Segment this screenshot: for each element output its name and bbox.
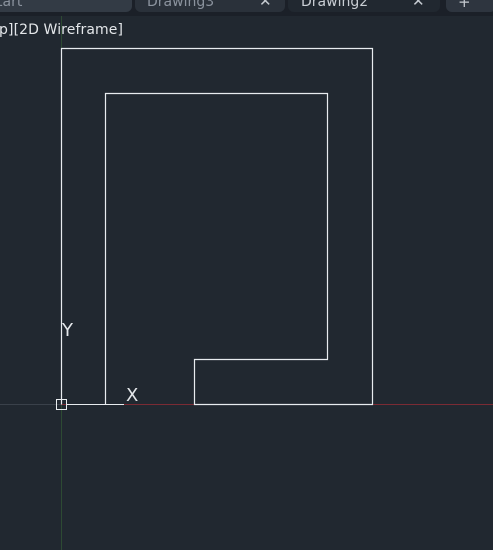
view-control[interactable]: p] [0,22,14,38]
ucs-y-label: Y [62,320,73,341]
plus-icon: + [458,0,471,11]
new-tab-button[interactable]: + [446,0,493,12]
drawing-canvas[interactable] [0,0,493,550]
close-icon[interactable]: ✕ [412,0,425,11]
visual-style-control[interactable]: [2D Wireframe] [14,22,123,38]
close-icon[interactable]: ✕ [259,0,272,11]
tab-drawing2[interactable]: Drawing2 ✕ [288,0,440,12]
file-tab-bar: tart Drawing3 ✕ Drawing2 ✕ + [0,0,493,16]
tab-drawing3[interactable]: Drawing3 ✕ [135,0,285,12]
ucs-x-label: X [126,385,139,406]
tab-start-label: tart [0,0,23,10]
autocad-drawing-window: Y X tart Drawing3 ✕ Drawing2 ✕ + p][2D W… [0,0,493,550]
viewport-controls: p][2D Wireframe] [0,22,123,38]
tab-drawing3-label: Drawing3 [147,0,215,10]
ucs-icon[interactable] [56,342,125,410]
tab-drawing2-label: Drawing2 [301,0,369,10]
tab-start[interactable]: tart [0,0,132,12]
outer-polyline [60,47,374,406]
